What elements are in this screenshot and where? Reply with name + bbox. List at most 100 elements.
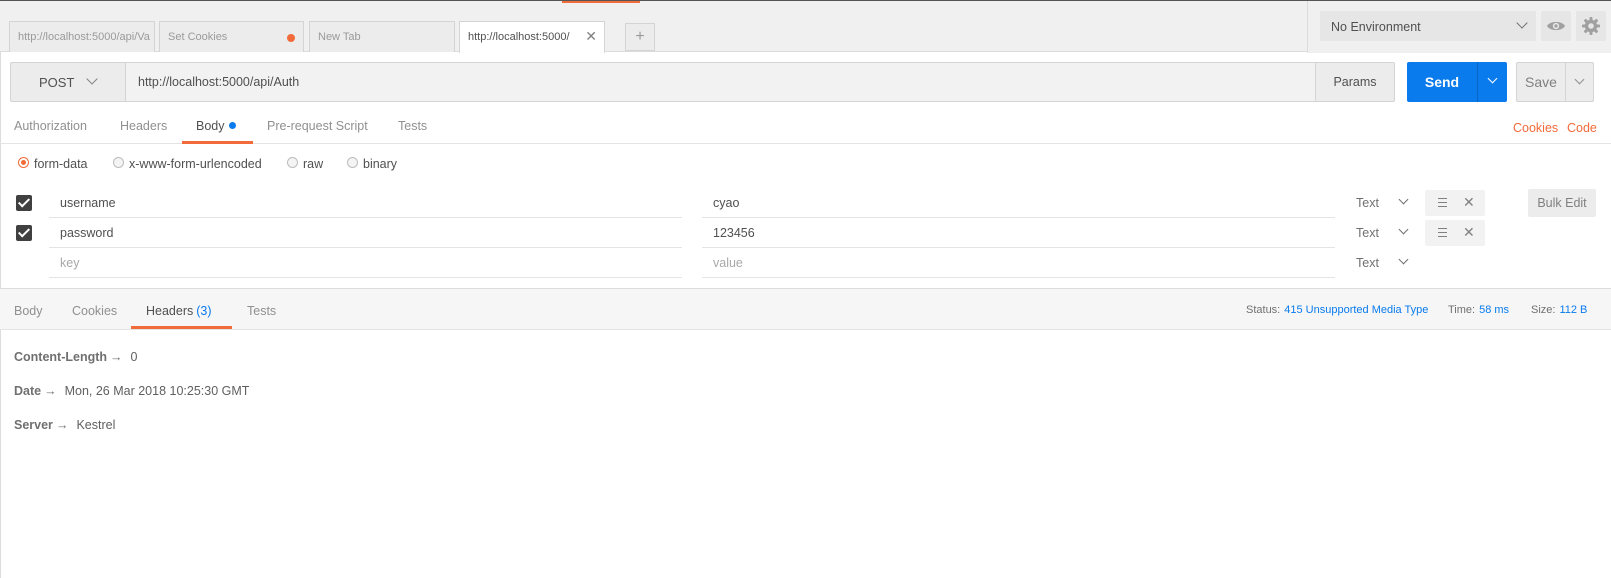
tab-body[interactable]: Body: [196, 119, 236, 133]
chevron-down-icon: [1398, 194, 1409, 205]
delete-icon[interactable]: ✕: [1463, 224, 1475, 240]
radio-form-data[interactable]: form-data: [18, 157, 88, 171]
radio-label: form-data: [34, 157, 88, 171]
tab-label: http://localhost:5000/: [468, 31, 570, 43]
tab-bar: http://localhost:5000/api/Va Set Cookies…: [0, 0, 1611, 53]
send-options-button[interactable]: [1477, 62, 1507, 102]
tab-new-tab[interactable]: New Tab: [309, 21, 455, 52]
row-enabled-checkbox[interactable]: [16, 195, 32, 211]
key-input[interactable]: [49, 188, 682, 218]
menu-icon[interactable]: [1438, 198, 1447, 207]
environment-quick-look-button[interactable]: [1541, 11, 1571, 41]
environment-panel: No Environment: [1307, 1, 1611, 53]
response-header-row: Date → Mon, 26 Mar 2018 10:25:30 GMT: [14, 384, 249, 398]
close-icon[interactable]: ✕: [585, 28, 597, 45]
response-header-row: Content-Length → 0: [14, 350, 137, 364]
tab-headers[interactable]: Headers: [120, 119, 167, 133]
key-input[interactable]: [49, 248, 682, 278]
tab-authorization[interactable]: Authorization: [14, 119, 87, 133]
chevron-down-icon: [86, 73, 98, 85]
radio-binary[interactable]: binary: [347, 157, 397, 171]
row-enabled-checkbox[interactable]: [16, 225, 32, 241]
response-size: Size: 112 B: [1531, 304, 1587, 316]
radio-circle-icon: [113, 157, 124, 169]
type-value: Text: [1356, 196, 1379, 210]
form-row: Text ✕: [0, 188, 1611, 218]
response-tabs: Body Cookies Headers (3) Tests Status: 415…: [0, 289, 1611, 330]
chevron-down-icon: [1574, 74, 1585, 85]
active-tab-underline: [182, 141, 253, 144]
tab-body-label: Body: [196, 119, 225, 133]
tab-label: http://localhost:5000/api/Va: [18, 31, 150, 43]
type-value: Text: [1356, 226, 1379, 240]
top-accent: [562, 1, 640, 3]
new-tab-button[interactable]: +: [625, 23, 655, 51]
type-select[interactable]: Text: [1356, 194, 1409, 210]
chevron-down-icon: [1487, 73, 1498, 84]
tab-tests[interactable]: Tests: [398, 119, 427, 133]
bulk-edit-button[interactable]: Bulk Edit: [1528, 189, 1596, 217]
status-value[interactable]: 415 Unsupported Media Type: [1284, 304, 1428, 316]
arrow-icon: →: [44, 384, 57, 398]
environment-selected-value: No Environment: [1331, 20, 1421, 34]
active-tab-underline: [131, 326, 232, 329]
settings-button[interactable]: [1576, 11, 1606, 41]
radio-circle-icon: [287, 157, 298, 169]
body-modified-dot-icon: [228, 122, 236, 130]
cookies-link[interactable]: Cookies: [1513, 121, 1558, 135]
params-button[interactable]: Params: [1315, 62, 1395, 102]
save-options-button[interactable]: [1565, 62, 1594, 102]
tab-api-va[interactable]: http://localhost:5000/api/Va: [9, 21, 155, 52]
request-bar: POST Params Send Save: [10, 62, 1594, 102]
method-select[interactable]: POST: [10, 62, 126, 102]
environment-select[interactable]: No Environment: [1320, 11, 1536, 41]
response-tab-body[interactable]: Body: [14, 304, 43, 318]
status-label: Status:: [1246, 304, 1281, 316]
time-value[interactable]: 58 ms: [1479, 304, 1509, 316]
tab-label: Set Cookies: [168, 31, 228, 43]
gear-icon: [1582, 17, 1600, 35]
send-button[interactable]: Send: [1407, 62, 1477, 102]
arrow-icon: →: [110, 350, 123, 364]
response-header-row: Server → Kestrel: [14, 418, 115, 432]
header-name: Server: [14, 418, 53, 432]
tab-pre-request-script[interactable]: Pre-request Script: [267, 119, 368, 133]
value-input[interactable]: [702, 218, 1335, 248]
menu-icon[interactable]: [1438, 228, 1447, 237]
response-tab-cookies[interactable]: Cookies: [72, 304, 117, 318]
save-button[interactable]: Save: [1516, 62, 1566, 102]
header-value: Kestrel: [76, 418, 116, 432]
type-value: Text: [1356, 256, 1379, 270]
tab-localhost-active[interactable]: http://localhost:5000/ ✕: [459, 21, 605, 53]
response-tab-headers[interactable]: Headers (3): [146, 304, 212, 318]
response-status: Status: 415 Unsupported Media Type: [1246, 304, 1428, 316]
delete-icon[interactable]: ✕: [1463, 194, 1475, 210]
radio-circle-icon: [18, 157, 29, 169]
row-actions: ✕: [1425, 190, 1485, 216]
radio-circle-icon: [347, 157, 358, 169]
size-value[interactable]: 112 B: [1559, 304, 1587, 316]
code-link[interactable]: Code: [1567, 121, 1597, 135]
response-time: Time: 58 ms: [1448, 304, 1509, 316]
radio-raw[interactable]: raw: [287, 157, 323, 171]
method-value: POST: [39, 75, 75, 90]
radio-label: x-www-form-urlencoded: [129, 157, 262, 171]
form-row: Text ✕: [0, 218, 1611, 248]
value-input[interactable]: [702, 248, 1335, 278]
unsaved-dot-icon: [287, 34, 295, 42]
arrow-icon: →: [55, 418, 69, 432]
chevron-down-icon: [1398, 224, 1409, 235]
tab-set-cookies[interactable]: Set Cookies: [159, 21, 304, 52]
value-input[interactable]: [702, 188, 1335, 218]
key-input[interactable]: [49, 218, 682, 248]
radio-x-www-form-urlencoded[interactable]: x-www-form-urlencoded: [113, 157, 262, 171]
time-label: Time:: [1448, 304, 1476, 316]
url-input[interactable]: [125, 62, 1325, 102]
type-select[interactable]: Text: [1356, 254, 1409, 270]
response-tab-tests[interactable]: Tests: [247, 304, 276, 318]
headers-count: (3): [196, 304, 212, 318]
response-tab-headers-label: Headers: [146, 304, 194, 318]
type-select[interactable]: Text: [1356, 224, 1409, 240]
form-row-new: Text: [0, 248, 1611, 278]
header-value: 0: [130, 350, 138, 364]
